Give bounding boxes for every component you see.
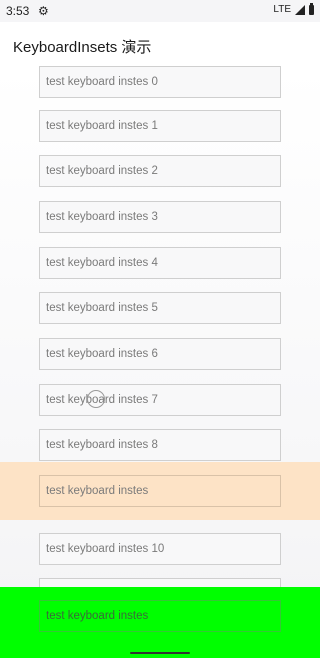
settings-gear-icon: ⚙ (38, 4, 49, 18)
touch-ripple-icon (87, 390, 105, 408)
highlight-text-field[interactable]: test keyboard instes (39, 475, 281, 507)
app-bar: KeyboardInsets 演示 (0, 22, 320, 66)
status-right: LTE (273, 2, 314, 15)
highlight-band: test keyboard instes (0, 462, 320, 520)
text-field-5[interactable]: test keyboard instes 5 (39, 292, 281, 324)
text-field-4[interactable]: test keyboard instes 4 (39, 247, 281, 279)
bottom-text-field[interactable]: test keyboard instes (39, 600, 281, 632)
text-field-8[interactable]: test keyboard instes 8 (39, 429, 281, 461)
text-field-3[interactable]: test keyboard instes 3 (39, 201, 281, 233)
text-field-6[interactable]: test keyboard instes 6 (39, 338, 281, 370)
text-field-1[interactable]: test keyboard instes 1 (39, 110, 281, 142)
status-time: 3:53 (6, 4, 30, 18)
network-label: LTE (273, 4, 291, 15)
text-field-0[interactable]: test keyboard instes 0 (39, 66, 281, 98)
signal-icon (295, 4, 305, 15)
text-field-10[interactable]: test keyboard instes 10 (39, 533, 281, 565)
bottom-inset-bar: test keyboard instes (0, 587, 320, 658)
text-field-2[interactable]: test keyboard instes 2 (39, 155, 281, 187)
text-field-7[interactable]: test keyboard instes 7 (39, 384, 281, 416)
status-bar: 3:53 ⚙ LTE (0, 0, 320, 22)
home-indicator[interactable] (130, 652, 190, 654)
scroll-content[interactable]: test keyboard instes 0 test keyboard ins… (0, 66, 320, 658)
page-title: KeyboardInsets 演示 (13, 39, 152, 56)
battery-icon (309, 2, 314, 15)
